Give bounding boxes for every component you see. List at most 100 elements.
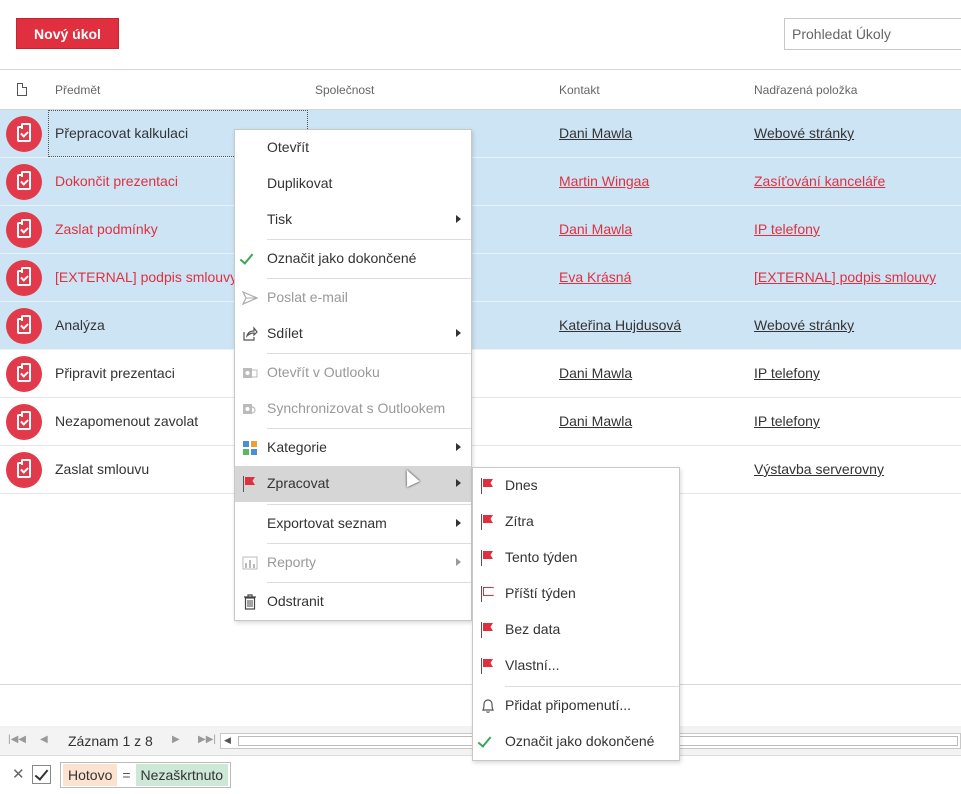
contact-link[interactable]: Dani Mawla (559, 125, 632, 141)
task-badge[interactable] (6, 116, 42, 152)
submenu-arrow-icon (456, 443, 461, 451)
menu-item-process[interactable]: Zpracovat (235, 466, 471, 502)
menu-item-category[interactable]: Kategorie (235, 430, 471, 466)
submenu-arrow-icon (456, 558, 461, 566)
task-subject: Dokončit prezentaci (55, 173, 178, 189)
menu-separator (267, 239, 471, 240)
prev-page-icon[interactable]: ◀ (40, 734, 48, 745)
flag-icon (481, 514, 495, 530)
submenu-item-no-date[interactable]: Bez data (473, 612, 679, 648)
clear-filter-icon[interactable]: ✕ (12, 765, 25, 783)
first-page-icon[interactable]: |◀◀ (8, 734, 26, 745)
table-row[interactable]: [EXTERNAL] podpis smlouvy Eva Krásná [EX… (0, 254, 961, 302)
contact-link[interactable]: Dani Mawla (559, 365, 632, 381)
clipboard-check-icon (17, 411, 31, 430)
submenu-item-custom[interactable]: Vlastní... (473, 648, 679, 684)
submenu-item-add-reminder[interactable]: Přidat připomenutí... (473, 688, 679, 724)
filter-field[interactable]: Hotovo (63, 764, 118, 786)
parent-link[interactable]: Výstavba serverovny (754, 461, 884, 477)
filter-value[interactable]: Nezaškrtnuto (135, 764, 229, 786)
filter-enabled-checkbox[interactable] (32, 765, 51, 784)
menu-item-mark-done[interactable]: Označit jako dokončené (235, 241, 471, 277)
filter-operator[interactable]: = (117, 767, 135, 783)
search-input[interactable] (784, 18, 961, 50)
new-task-button[interactable]: Nový úkol (16, 18, 119, 49)
menu-item-label: Označit jako dokončené (505, 733, 655, 749)
parent-link[interactable]: IP telefony (754, 221, 820, 237)
contact-link[interactable]: Dani Mawla (559, 221, 632, 237)
submenu-item-this-week[interactable]: Tento týden (473, 540, 679, 576)
table-row[interactable]: Dokončit prezentaci Martin Wingaa Zasíťo… (0, 158, 961, 206)
task-badge[interactable] (6, 404, 42, 440)
menu-item-share[interactable]: Sdílet (235, 316, 471, 352)
menu-item-label: Tisk (267, 211, 293, 227)
task-badge[interactable] (6, 308, 42, 344)
outlook-sync-icon (243, 404, 256, 414)
task-badge[interactable] (6, 260, 42, 296)
toolbar: Nový úkol (0, 0, 961, 70)
menu-separator (267, 582, 471, 583)
contact-link[interactable]: Kateřina Hujdusová (559, 317, 681, 333)
menu-item-export[interactable]: Exportovat seznam (235, 506, 471, 542)
menu-item-label: Přidat připomenutí... (505, 697, 632, 713)
column-header-contact[interactable]: Kontakt (559, 83, 600, 97)
menu-item-label: Vlastní... (505, 657, 560, 673)
task-subject: [EXTERNAL] podpis smlouvy (55, 269, 238, 285)
scroll-left-icon[interactable]: ◀ (224, 735, 231, 746)
task-subject: Zaslat podmínky (55, 221, 158, 237)
submenu-item-mark-done[interactable]: Označit jako dokončené (473, 724, 679, 760)
menu-item-delete[interactable]: Odstranit (235, 584, 471, 620)
submenu-arrow-icon (456, 215, 461, 223)
contact-link[interactable]: Eva Krásná (559, 269, 631, 285)
menu-separator (267, 543, 471, 544)
column-header-parent[interactable]: Nadřazená položka (754, 83, 857, 97)
grid-header: Předmět Společnost Kontakt Nadřazená pol… (0, 70, 961, 110)
task-badge[interactable] (6, 164, 42, 200)
flag-icon (481, 550, 495, 566)
submenu-item-next-week[interactable]: Příští týden (473, 576, 679, 612)
trash-icon (244, 594, 256, 610)
table-row[interactable]: Analýza Kateřina Hujdusová Webové stránk… (0, 302, 961, 350)
submenu-item-today[interactable]: Dnes (473, 468, 679, 504)
submenu-arrow-icon (456, 329, 461, 337)
process-submenu: Dnes Zítra Tento týden Příští týden Bez … (472, 467, 680, 761)
menu-item-duplicate[interactable]: Duplikovat (235, 166, 471, 202)
checkmark-icon (239, 250, 254, 265)
menu-item-label: Exportovat seznam (267, 515, 387, 531)
parent-link[interactable]: IP telefony (754, 413, 820, 429)
menu-item-label: Otevřít v Outlooku (267, 364, 380, 380)
menu-item-label: Poslat e-mail (267, 289, 348, 305)
parent-link[interactable]: Zasíťování kanceláře (754, 173, 885, 189)
parent-link[interactable]: Webové stránky (754, 317, 854, 333)
task-badge[interactable] (6, 452, 42, 488)
table-row[interactable]: Nezapomenout zavolat Dani Mawla IP telef… (0, 398, 961, 446)
task-badge[interactable] (6, 212, 42, 248)
menu-item-open[interactable]: Otevřít (235, 130, 471, 166)
contact-link[interactable]: Dani Mawla (559, 413, 632, 429)
task-list: Přepracovat kalkulaci Dani Mawla Webové … (0, 110, 961, 494)
parent-link[interactable]: IP telefony (754, 365, 820, 381)
submenu-arrow-icon (456, 519, 461, 527)
submenu-item-tomorrow[interactable]: Zítra (473, 504, 679, 540)
menu-item-label: Duplikovat (267, 175, 333, 191)
column-header-subject[interactable]: Předmět (55, 83, 100, 97)
table-row[interactable]: Připravit prezentaci Dani Mawla IP telef… (0, 350, 961, 398)
filter-bar: ✕ Hotovo = Nezaškrtnuto (0, 757, 961, 794)
parent-link[interactable]: Webové stránky (754, 125, 854, 141)
task-badge[interactable] (6, 356, 42, 392)
menu-separator (267, 504, 471, 505)
submenu-arrow-icon (456, 479, 461, 487)
filter-expression[interactable]: Hotovo = Nezaškrtnuto (60, 762, 232, 788)
table-row[interactable]: Přepracovat kalkulaci Dani Mawla Webové … (0, 110, 961, 158)
table-row[interactable]: Zaslat podmínky Dani Mawla IP telefony (0, 206, 961, 254)
menu-item-print[interactable]: Tisk (235, 202, 471, 238)
menu-item-label: Sdílet (267, 325, 303, 341)
contact-link[interactable]: Martin Wingaa (559, 173, 649, 189)
category-grid-icon (243, 441, 257, 455)
last-page-icon[interactable]: ▶▶| (198, 734, 216, 745)
parent-link[interactable]: [EXTERNAL] podpis smlouvy (754, 269, 936, 285)
task-subject: Nezapomenout zavolat (55, 413, 199, 429)
column-header-company[interactable]: Společnost (315, 83, 374, 97)
next-page-icon[interactable]: ▶ (172, 734, 180, 745)
clipboard-check-icon (17, 315, 31, 334)
